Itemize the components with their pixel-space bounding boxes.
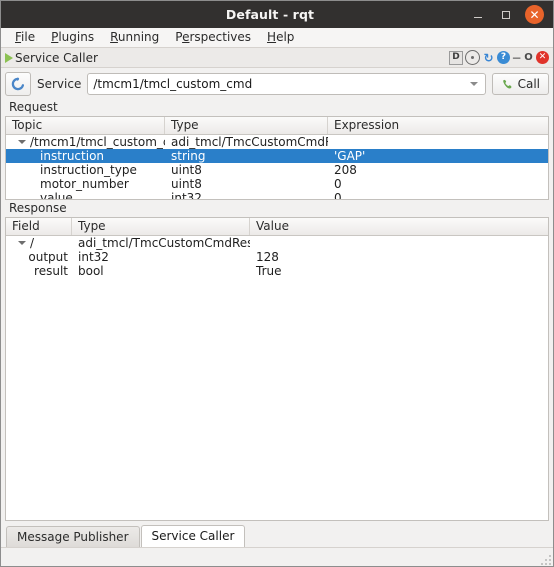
- refresh-icon: [11, 77, 25, 91]
- request-tree[interactable]: Topic Type Expression /tmcm1/tmcl_custom…: [5, 116, 549, 200]
- response-column-field[interactable]: Field: [6, 218, 72, 235]
- table-row[interactable]: output int32 128: [6, 250, 548, 264]
- table-row[interactable]: result bool True: [6, 264, 548, 278]
- request-tree-header: Topic Type Expression: [6, 117, 548, 135]
- request-field-type: string: [165, 149, 328, 163]
- phone-icon: [501, 78, 514, 91]
- response-column-value[interactable]: Value: [250, 218, 548, 235]
- window-maximize-button[interactable]: [497, 6, 514, 23]
- response-field-type: bool: [72, 264, 250, 278]
- response-field-value: True: [250, 264, 548, 278]
- response-field-value: 128: [250, 250, 548, 264]
- request-field-expression[interactable]: 0: [328, 177, 548, 191]
- dock-help-icon[interactable]: ?: [497, 51, 510, 64]
- table-row[interactable]: motor_number uint8 0: [6, 177, 548, 191]
- dock-icon-group: D ↻ ? − O ✕: [449, 50, 549, 65]
- window-controls: ✕: [469, 5, 553, 24]
- menu-file[interactable]: File: [7, 28, 43, 47]
- response-tree[interactable]: Field Type Value / adi_tmcl/TmcCustomCmd…: [5, 217, 549, 521]
- table-row[interactable]: / adi_tmcl/TmcCustomCmdResponse: [6, 236, 548, 250]
- request-tree-body: /tmcm1/tmcl_custom_cmd adi_tmcl/TmcCusto…: [6, 135, 548, 199]
- call-button-label: Call: [518, 77, 540, 91]
- response-column-type[interactable]: Type: [72, 218, 250, 235]
- call-button[interactable]: Call: [492, 73, 549, 95]
- response-root-field: /: [6, 236, 72, 250]
- request-root-topic: /tmcm1/tmcl_custom_cmd: [6, 135, 165, 149]
- response-field-type: int32: [72, 250, 250, 264]
- menu-running[interactable]: Running: [102, 28, 167, 47]
- request-section-label: Request: [5, 99, 549, 116]
- dock-close-icon[interactable]: ✕: [536, 51, 549, 64]
- resize-grip[interactable]: [541, 555, 551, 565]
- response-tree-body: / adi_tmcl/TmcCustomCmdResponse output i…: [6, 236, 548, 520]
- dock-circle-dot-icon[interactable]: [465, 50, 480, 65]
- rqt-main-window: Default - rqt ✕ File Plugins Running Per…: [0, 0, 554, 567]
- request-field-expression[interactable]: 'GAP': [328, 149, 548, 163]
- request-field-type: uint8: [165, 177, 328, 191]
- refresh-services-button[interactable]: [5, 72, 31, 96]
- request-field-name: instruction_type: [6, 163, 165, 177]
- menu-help[interactable]: Help: [259, 28, 302, 47]
- play-triangle-icon: [5, 53, 13, 63]
- plugin-tabbar: Message Publisher Service Caller: [1, 525, 553, 547]
- dock-d-icon[interactable]: D: [449, 51, 463, 65]
- request-field-expression[interactable]: 0: [328, 191, 548, 199]
- window-footer: [1, 547, 553, 566]
- table-row[interactable]: instruction_type uint8 208: [6, 163, 548, 177]
- request-field-expression[interactable]: 208: [328, 163, 548, 177]
- dock-reload-icon[interactable]: ↻: [482, 51, 495, 64]
- menu-plugins[interactable]: Plugins: [43, 28, 102, 47]
- menu-perspectives[interactable]: Perspectives: [167, 28, 259, 47]
- response-tree-header: Field Type Value: [6, 218, 548, 236]
- service-label: Service: [37, 77, 81, 91]
- service-combobox-value[interactable]: /tmcm1/tmcl_custom_cmd: [93, 77, 464, 91]
- window-titlebar: Default - rqt ✕: [1, 1, 553, 28]
- dock-titlebar: Service Caller D ↻ ? − O ✕: [1, 48, 553, 68]
- tab-service-caller[interactable]: Service Caller: [141, 525, 246, 547]
- table-row[interactable]: value int32 0: [6, 191, 548, 199]
- response-section-label: Response: [5, 200, 549, 217]
- service-selection-row: Service /tmcm1/tmcl_custom_cmd Call: [5, 68, 549, 99]
- menubar: File Plugins Running Perspectives Help: [1, 28, 553, 48]
- request-field-name: motor_number: [6, 177, 165, 191]
- expander-collapse-icon[interactable]: [18, 241, 26, 245]
- table-row[interactable]: instruction string 'GAP': [6, 149, 548, 163]
- request-field-name: instruction: [6, 149, 165, 163]
- dock-minimize-icon[interactable]: −: [512, 51, 521, 64]
- request-column-type[interactable]: Type: [165, 117, 328, 134]
- request-column-expression[interactable]: Expression: [328, 117, 548, 134]
- request-column-topic[interactable]: Topic: [6, 117, 165, 134]
- window-title: Default - rqt: [1, 7, 469, 22]
- request-root-type: adi_tmcl/TmcCustomCmdRequest: [165, 135, 328, 149]
- service-caller-panel: Service /tmcm1/tmcl_custom_cmd Call Requ…: [1, 68, 553, 525]
- service-combobox[interactable]: /tmcm1/tmcl_custom_cmd: [87, 73, 485, 95]
- dock-title: Service Caller: [15, 51, 449, 65]
- dock-float-icon[interactable]: O: [523, 51, 534, 64]
- response-field-name: output: [6, 250, 72, 264]
- expander-collapse-icon[interactable]: [18, 140, 26, 144]
- window-minimize-button[interactable]: [469, 6, 486, 23]
- request-field-type: uint8: [165, 163, 328, 177]
- tab-message-publisher[interactable]: Message Publisher: [6, 526, 140, 547]
- request-field-name: value: [6, 191, 165, 199]
- window-close-button[interactable]: ✕: [525, 5, 544, 24]
- table-row[interactable]: /tmcm1/tmcl_custom_cmd adi_tmcl/TmcCusto…: [6, 135, 548, 149]
- response-root-type: adi_tmcl/TmcCustomCmdResponse: [72, 236, 250, 250]
- chevron-down-icon[interactable]: [465, 82, 483, 86]
- request-field-type: int32: [165, 191, 328, 199]
- response-field-name: result: [6, 264, 72, 278]
